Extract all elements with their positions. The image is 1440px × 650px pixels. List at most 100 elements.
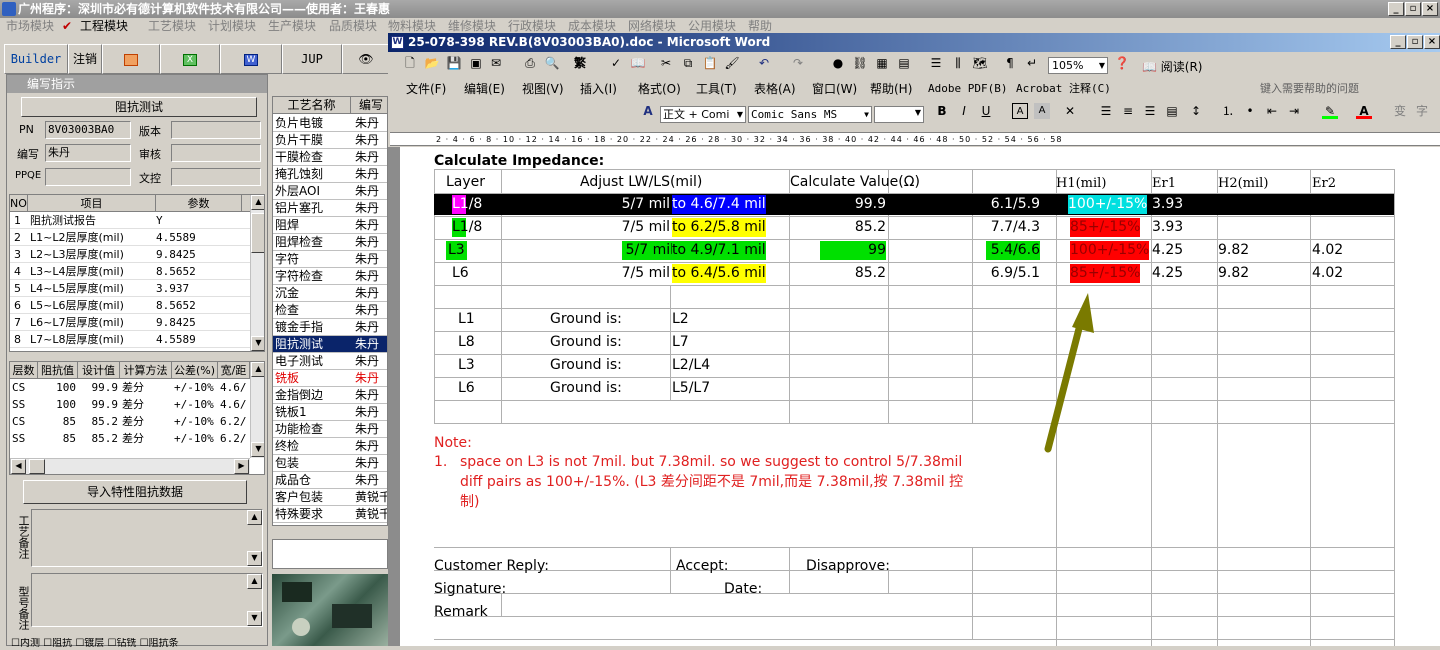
highlight-icon[interactable]: ✎ (1322, 103, 1338, 119)
spelling-icon[interactable]: ✓ (608, 55, 624, 71)
param-grid-scrollbar[interactable]: ▲ ▼ (250, 195, 264, 351)
scroll-up-icon[interactable]: ▲ (247, 574, 262, 589)
process-list-item[interactable]: 成品仓 朱丹 (273, 472, 387, 489)
char-border-icon[interactable]: A (1012, 103, 1028, 119)
process-list-item[interactable]: 字符检查 朱丹 (273, 268, 387, 285)
minimize-button[interactable]: _ (1388, 2, 1404, 16)
process-list-item[interactable]: 外层AOI 朱丹 (273, 183, 387, 200)
check-plating[interactable]: ☐镀层 (75, 638, 104, 649)
redo-icon[interactable]: ↷ (790, 55, 806, 71)
numbering-icon[interactable]: ⒈ (1220, 103, 1236, 119)
process-list-item[interactable]: 铣板1 朱丹 (273, 404, 387, 421)
param-grid-row[interactable]: 6 L5~L6层厚度(mil) 8.5652 (10, 297, 250, 314)
print-preview-icon[interactable]: 🔍 (544, 55, 560, 71)
process-list-item[interactable]: 字符 朱丹 (273, 251, 387, 268)
word-menu-edit[interactable]: 编辑(E) (464, 80, 505, 98)
decrease-indent-icon[interactable]: ⇤ (1264, 103, 1280, 119)
excel-icon[interactable]: X (160, 44, 220, 74)
word-menu-help[interactable]: 帮助(H) (870, 80, 912, 98)
align-center-icon[interactable]: ≡ (1120, 103, 1136, 119)
word-menu-view[interactable]: 视图(V) (522, 80, 564, 98)
menu-plan[interactable]: 计划模块 (208, 18, 256, 35)
param-grid-row[interactable]: 2 L1~L2层厚度(mil) 4.5589 (10, 229, 250, 246)
menu-production[interactable]: 生产模块 (268, 18, 316, 35)
reading-icon[interactable]: ↵ (1024, 55, 1040, 71)
print-icon[interactable]: ⎙ (522, 55, 538, 71)
process-list-item[interactable]: 检查 朱丹 (273, 302, 387, 319)
writer-field[interactable]: 朱丹 (45, 144, 131, 162)
permission-icon[interactable]: ▣ (468, 55, 484, 71)
help-search-input[interactable]: 键入需要帮助的问题 (1260, 80, 1359, 98)
process-list-item[interactable]: 阻焊检查 朱丹 (273, 234, 387, 251)
process-list-item[interactable]: 包装 朱丹 (273, 455, 387, 472)
italic-icon[interactable]: I (956, 103, 972, 119)
word-menu-insert[interactable]: 插入(I) (580, 80, 617, 98)
check-impedance[interactable]: ☐阻抗 (43, 638, 72, 649)
research-icon[interactable]: 📖 (630, 55, 646, 71)
param-grid-row[interactable]: 5 L4~L5层厚度(mil) 3.937 (10, 280, 250, 297)
process-list-item[interactable]: 铝片塞孔 朱丹 (273, 200, 387, 217)
pn-field[interactable]: 8V03003BA0 (45, 121, 131, 139)
help-icon[interactable]: ❓ (1114, 55, 1130, 71)
eye-icon[interactable]: 👁 (342, 44, 390, 74)
process-list-item[interactable]: 客户包装 黄锐千 (273, 489, 387, 506)
process-list-item[interactable]: 铣板 朱丹 (273, 370, 387, 387)
impedance-grid-row[interactable]: SS 85 85.2 差分 +/-10% 6.2/ (10, 430, 250, 447)
email-icon[interactable]: ✉ (488, 55, 504, 71)
insert-excel-icon[interactable]: ▤ (896, 55, 912, 71)
word-menu-adobe[interactable]: Adobe PDF(B) (928, 80, 1007, 98)
font-select[interactable]: Comic Sans MS ▼ (748, 106, 872, 123)
char-shading-icon[interactable]: A (1034, 103, 1050, 119)
impedance-grid-row[interactable]: CS 100 99.9 差分 +/-10% 4.6/ (10, 379, 250, 396)
save-icon[interactable]: 💾 (446, 55, 462, 71)
scroll-up-icon[interactable]: ▲ (251, 195, 264, 210)
param-grid-row[interactable]: 4 L3~L4层厚度(mil) 8.5652 (10, 263, 250, 280)
line-spacing-icon[interactable]: ↕ (1188, 103, 1204, 119)
enclose-char-icon[interactable]: 字 (1414, 103, 1430, 119)
word-menu-window[interactable]: 窗口(W) (812, 80, 857, 98)
process-list-item[interactable]: 掩孔蚀刻 朱丹 (273, 166, 387, 183)
styles-icon[interactable]: A (640, 103, 656, 119)
logout-button[interactable]: 注销 (68, 44, 102, 74)
process-detail-box[interactable] (272, 539, 388, 569)
doc-control-field[interactable] (171, 168, 261, 186)
bullets-icon[interactable]: • (1242, 103, 1258, 119)
scroll-down-icon[interactable]: ▼ (251, 336, 264, 351)
param-grid-row[interactable]: 3 L2~L3层厚度(mil) 9.8425 (10, 246, 250, 263)
menu-process[interactable]: 工艺模块 (148, 18, 196, 35)
process-list-item[interactable]: 电子测试 朱丹 (273, 353, 387, 370)
process-list-item[interactable]: 特殊要求 黄锐千 (273, 506, 387, 523)
bold-icon[interactable]: B (934, 103, 950, 119)
param-grid-row[interactable]: 1 阻抗测试报告 Y (10, 212, 250, 229)
hyperlink-icon[interactable]: ⛓ (852, 55, 868, 71)
menu-engineering[interactable]: 工程模块 (80, 18, 128, 35)
review-field[interactable] (171, 144, 261, 162)
process-list-item[interactable]: 阻焊 朱丹 (273, 217, 387, 234)
show-hide-icon[interactable]: ¶ (1002, 55, 1018, 71)
increase-indent-icon[interactable]: ⇥ (1286, 103, 1302, 119)
open-folder-icon[interactable]: 📂 (424, 55, 440, 71)
import-impedance-button[interactable]: 导入特性阻抗数据 (23, 480, 247, 504)
builder-button[interactable]: Builder (4, 44, 68, 74)
ppqe-field[interactable] (45, 168, 131, 186)
tables-borders-icon[interactable]: ▦ (874, 55, 890, 71)
style-select[interactable]: 正文 + Comi ▼ (660, 106, 746, 123)
document-page[interactable]: Calculate Impedance: Layer Adjust LW/LS(… (400, 147, 1440, 646)
scroll-up-icon[interactable]: ▲ (247, 510, 262, 525)
word-close-button[interactable]: × (1424, 35, 1440, 49)
char-scale-icon[interactable]: ✕ (1062, 103, 1078, 119)
simplified-traditional-icon[interactable]: 繁 (572, 55, 588, 71)
menu-quality[interactable]: 品质模块 (329, 18, 377, 35)
process-list-item[interactable]: 镀金手指 朱丹 (273, 319, 387, 336)
word-menu-acrobat[interactable]: Acrobat 注释(C) (1016, 80, 1111, 98)
impedance-test-button[interactable]: 阻抗测试 (21, 97, 257, 117)
restore-button[interactable]: ▫ (1405, 2, 1421, 16)
copy-icon[interactable]: ⧉ (680, 55, 696, 71)
process-list-item[interactable]: 金指倒边 朱丹 (273, 387, 387, 404)
undo-icon[interactable]: ↶ (756, 55, 772, 71)
underline-icon[interactable]: U (978, 103, 994, 119)
process-list-item[interactable]: 干膜检查 朱丹 (273, 149, 387, 166)
word-menu-format[interactable]: 格式(O) (638, 80, 681, 98)
jup-button[interactable]: JUP (282, 44, 342, 74)
word-restore-button[interactable]: ▫ (1407, 35, 1423, 49)
